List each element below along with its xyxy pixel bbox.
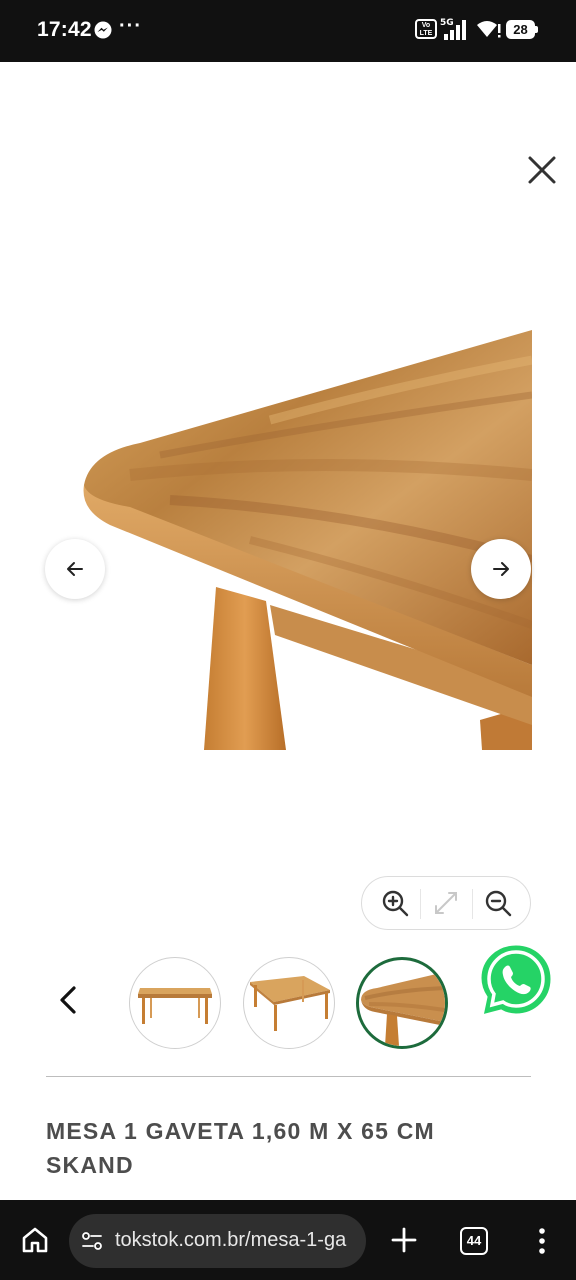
- product-title: MESA 1 GAVETA 1,60 M X 65 CM SKAND: [46, 1118, 435, 1178]
- prev-image-button[interactable]: [45, 539, 105, 599]
- wifi-icon: [477, 21, 501, 38]
- more-vert-icon[interactable]: [530, 1225, 554, 1257]
- thumbnail-1[interactable]: [129, 957, 221, 1049]
- close-icon[interactable]: [524, 152, 560, 188]
- thumbnail-table-front: [138, 988, 212, 1024]
- zoom-toolbar: [361, 876, 531, 930]
- arrow-right-icon: [493, 562, 509, 576]
- signal-icon: 5G: [440, 18, 466, 40]
- arrow-left-icon: [67, 562, 83, 576]
- address-bar[interactable]: tokstok.com.br/mesa-1-ga: [69, 1214, 366, 1268]
- battery-icon: 28: [506, 20, 538, 39]
- status-bar: 17:42 ··· Vo LTE 5G 28: [0, 0, 576, 62]
- plus-icon[interactable]: [389, 1225, 419, 1255]
- zoom-in-icon[interactable]: [379, 887, 411, 919]
- url-text: tokstok.com.br/mesa-1-ga: [115, 1229, 347, 1251]
- notification-more-icon: ···: [119, 15, 142, 37]
- zoom-out-icon[interactable]: [482, 887, 514, 919]
- network-type: 5G: [440, 18, 454, 28]
- whatsapp-icon[interactable]: [476, 940, 556, 1020]
- thumbnail-table-corner: [361, 972, 445, 1046]
- divider: [46, 1076, 531, 1077]
- thumbnail-3-selected[interactable]: [356, 957, 448, 1049]
- volte-icon: Vo LTE: [415, 19, 437, 39]
- status-time: 17:42: [37, 18, 92, 41]
- thumbnail-table-angle: [250, 976, 330, 1031]
- next-image-button[interactable]: [471, 539, 531, 599]
- product-image: [83, 330, 532, 750]
- tab-switcher-button[interactable]: 44: [460, 1227, 488, 1255]
- chevron-left-icon[interactable]: [52, 982, 86, 1018]
- thumbnail-2[interactable]: [243, 957, 335, 1049]
- fit-screen-icon[interactable]: [430, 887, 462, 919]
- messenger-icon: [94, 21, 112, 39]
- battery-level: 28: [506, 20, 535, 39]
- site-settings-icon[interactable]: [81, 1230, 103, 1252]
- home-icon[interactable]: [20, 1225, 50, 1255]
